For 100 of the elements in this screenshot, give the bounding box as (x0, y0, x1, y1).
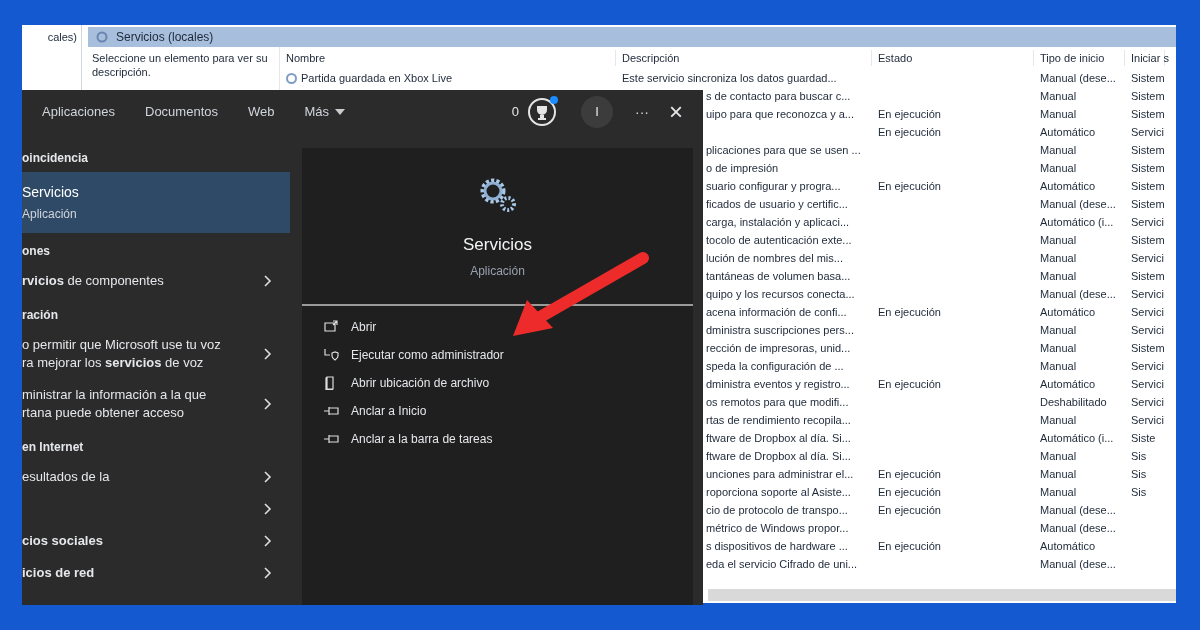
table-cell-text: Servici (1131, 358, 1164, 374)
result-text[interactable]: esultados de la (22, 468, 110, 486)
table-cell-text: Manual (1040, 322, 1077, 338)
table-cell-text: ftware de Dropbox al día. Si... (706, 430, 851, 446)
table-cell-text: Automático (i... (1040, 214, 1114, 230)
pane-title: Servicios (locales) (116, 29, 214, 46)
table-cell-text: Automático (1040, 538, 1096, 554)
table-cell-text: tantáneas de volumen basa... (706, 268, 851, 284)
table-cell-text: Este servicio sincroniza los datos guardad... (622, 70, 837, 86)
table-cell-text: Servici (1131, 394, 1164, 410)
column-header[interactable]: Nombre (286, 49, 326, 66)
table-cell-text: En ejecución (878, 178, 941, 194)
avatar[interactable]: I (581, 96, 613, 128)
close-button[interactable]: × (669, 100, 683, 124)
table-cell-text: Manual (1040, 340, 1077, 356)
table-cell-text: s de contacto para buscar c... (706, 88, 851, 104)
action-button[interactable]: Anclar a la barra de tareas (324, 429, 693, 448)
table-cell-text: Servici (1131, 286, 1164, 302)
filter-tab[interactable]: Documentos (145, 102, 218, 122)
table-cell-text: Servici (1131, 304, 1164, 320)
section-header: ración (22, 307, 59, 324)
section-header: en Internet (22, 439, 85, 456)
horizontal-scrollbar[interactable] (708, 589, 1176, 601)
table-cell-text: Servici (1131, 124, 1164, 140)
table-cell-text: Servici (1131, 214, 1164, 230)
table-cell-text: speda la configuración de ... (706, 358, 844, 374)
table-cell-text: Manual (dese... (1040, 520, 1116, 536)
table-cell-text: roporciona soporte al Asiste... (706, 484, 851, 500)
table-cell-text: En ejecución (878, 376, 941, 392)
chevron-icon[interactable] (264, 535, 272, 547)
table-cell-text: En ejecución (878, 304, 941, 320)
section-header: ones (22, 243, 51, 260)
table-cell-text: Automático (1040, 124, 1096, 140)
section-header: oincidencia (22, 150, 90, 167)
action-button[interactable]: Abrir (324, 317, 693, 336)
table-cell-text: o de impresión (706, 160, 779, 176)
table-cell-text: Manual (1040, 358, 1077, 374)
table-cell-text: Sis (1131, 448, 1147, 464)
table-cell-text: ficados de usuario y certific... (706, 196, 848, 212)
table-cell-text: acena información de confi... (706, 304, 847, 320)
tree-item[interactable]: cales) (43, 25, 81, 46)
result-text[interactable]: icios de red (22, 564, 95, 582)
table-cell-text: Sis (1131, 484, 1147, 500)
table-cell-text: Manual (1040, 412, 1077, 428)
result-item[interactable]: Servicios Aplicación (22, 172, 290, 233)
column-header[interactable]: Descripción (622, 49, 680, 66)
table-cell-text: dministra suscripciones pers... (706, 322, 854, 338)
open-icon (324, 319, 339, 334)
chevron-icon[interactable] (264, 471, 272, 483)
caret-icon (335, 109, 346, 115)
result-text[interactable]: o permitir que Microsoft use tu voz ra mejorar los servicios de voz (22, 336, 221, 372)
filter-tab[interactable]: Más (304, 102, 346, 122)
table-cell-text: En ejecución (878, 106, 941, 122)
table-cell-text: eda el servicio Cifrado de uni... (706, 556, 858, 572)
chevron-icon[interactable] (264, 503, 272, 515)
table-cell-text: Sistem (1131, 142, 1165, 158)
more-button[interactable]: ··· (635, 101, 649, 123)
action-button[interactable]: Anclar a Inicio (324, 401, 693, 420)
action-button[interactable]: Abrir ubicación de archivo (324, 373, 693, 392)
result-text[interactable]: cios sociales (22, 532, 103, 550)
app-title: Servicios (463, 234, 532, 256)
chevron-icon[interactable] (264, 275, 272, 287)
table-cell-text: quipo y los recursos conecta... (706, 286, 855, 302)
table-cell-text: Partida guardada en Xbox Live (301, 70, 453, 86)
trophy-icon[interactable] (527, 97, 557, 127)
table-cell-text: Sistem (1131, 106, 1165, 122)
description-hint: Seleccione un elemento para ver su descripción. (92, 51, 269, 79)
table-cell-text: Automático (i... (1040, 430, 1114, 446)
table-cell-text: Servici (1131, 322, 1164, 338)
table-cell-text: plicaciones para que se usen ... (706, 142, 861, 158)
table-cell-text: Sistem (1131, 70, 1165, 86)
table-cell-text: Sistem (1131, 160, 1165, 176)
filter-tab[interactable]: Web (248, 102, 275, 122)
table-cell-text: métrico de Windows propor... (706, 520, 849, 536)
column-header[interactable]: Iniciar s (1131, 49, 1169, 66)
chevron-icon[interactable] (264, 398, 272, 410)
table-cell-text: Manual (1040, 232, 1077, 248)
column-header[interactable]: Tipo de inicio (1040, 49, 1105, 66)
filter-tab[interactable]: Aplicaciones (42, 102, 115, 122)
table-cell-text: Manual (1040, 466, 1077, 482)
table-cell-text: uipo para que reconozca y a... (706, 106, 854, 122)
table-cell-text: rección de impresoras, unid... (706, 340, 851, 356)
action-button[interactable]: Ejecutar como administrador (324, 345, 693, 364)
table-cell-text: ftware de Dropbox al día. Si... (706, 448, 851, 464)
table-cell-text: tocolo de autenticación exte... (706, 232, 852, 248)
table-cell-text: Manual (dese... (1040, 556, 1116, 572)
table-cell-text: s dispositivos de hardware ... (706, 538, 848, 554)
column-header[interactable]: Estado (878, 49, 913, 66)
result-text[interactable]: rvicios de componentes (22, 272, 164, 290)
table-cell-text: Manual (dese... (1040, 196, 1116, 212)
table-cell-text: Servici (1131, 412, 1164, 428)
chevron-icon[interactable] (264, 348, 272, 360)
table-cell-text: Manual (1040, 142, 1077, 158)
table-cell-text: En ejecución (878, 484, 941, 500)
table-cell-text: dministra eventos y registro... (706, 376, 850, 392)
chevron-icon[interactable] (264, 567, 272, 579)
result-text[interactable]: ministrar la información a la que rtana puede obtener acceso (22, 386, 207, 422)
table-cell-text: Sistem (1131, 232, 1165, 248)
table-cell-text: Sistem (1131, 178, 1165, 194)
table-cell-text: cio de protocolo de transpo... (706, 502, 848, 518)
